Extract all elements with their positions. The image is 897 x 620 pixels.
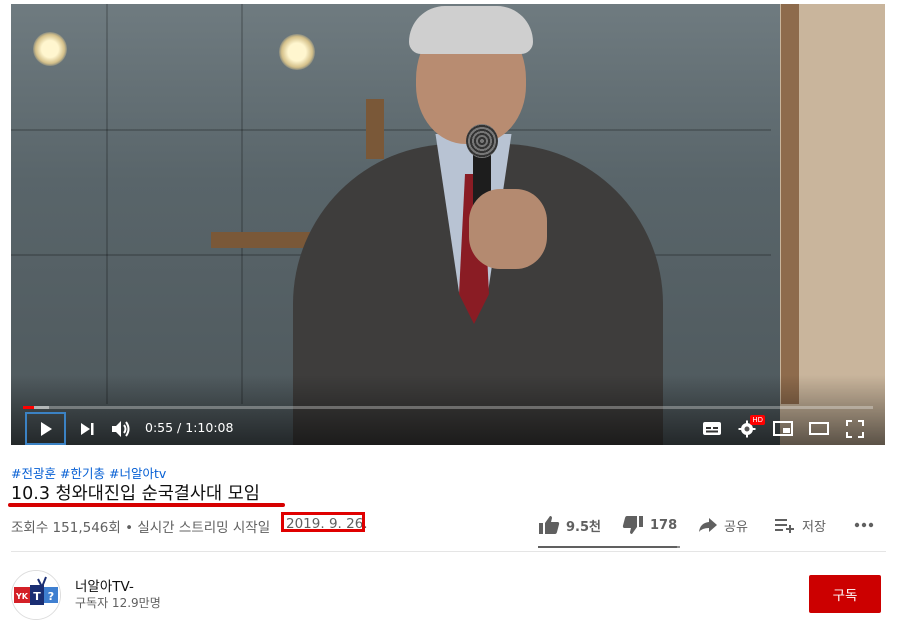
hashtag-link[interactable]: #너알아tv — [109, 466, 166, 481]
next-button[interactable] — [75, 412, 99, 445]
thumbs-down-icon — [622, 516, 643, 534]
progress-bar[interactable] — [23, 406, 873, 409]
player-controls: 0:55 / 1:10:08 HD — [11, 412, 885, 445]
subtitles-icon — [703, 422, 721, 435]
miniplayer-button[interactable] — [771, 412, 795, 445]
theater-mode-button[interactable] — [807, 412, 831, 445]
ceiling-lamp — [279, 34, 315, 70]
channel-avatar[interactable]: YK T ? — [11, 570, 61, 620]
like-button[interactable]: 9.5천 — [538, 510, 601, 540]
wall-panel-line — [106, 4, 108, 404]
settings-button[interactable]: HD — [735, 412, 765, 445]
time-separator: / — [173, 420, 186, 435]
wall-panel-line — [11, 129, 771, 131]
divider — [11, 551, 886, 552]
thumbs-up-icon — [539, 516, 560, 534]
wall-panel-line — [241, 4, 243, 404]
save-label: 저장 — [802, 519, 826, 535]
time-total: 1:10:08 — [185, 420, 234, 435]
logo-letter-question: ? — [48, 590, 54, 603]
volume-icon — [112, 420, 130, 437]
video-player[interactable]: 0:55 / 1:10:08 HD — [11, 4, 885, 445]
dislike-button[interactable]: 178 — [622, 510, 677, 540]
title-highlight-underline — [8, 503, 285, 507]
share-icon — [699, 518, 717, 532]
like-ratio-fill — [538, 546, 678, 548]
volume-button[interactable] — [109, 412, 133, 445]
channel-logo: YK T ? — [12, 571, 60, 619]
hashtag-link[interactable]: #전광훈 — [11, 466, 56, 481]
play-icon — [40, 421, 52, 436]
subtitles-button[interactable] — [700, 412, 724, 445]
video-actions: 9.5천 178 공유 저장 — [0, 510, 897, 540]
theater-mode-icon — [809, 422, 829, 435]
microphone-head — [466, 124, 498, 158]
fullscreen-button[interactable] — [843, 412, 867, 445]
more-actions-button[interactable] — [854, 510, 874, 540]
time-current: 0:55 — [145, 420, 174, 435]
save-button[interactable]: 저장 — [774, 510, 826, 540]
share-label: 공유 — [724, 519, 748, 535]
subscriber-count: 구독자 12.9만명 — [75, 596, 161, 610]
like-ratio-bar — [538, 546, 680, 548]
hashtag-link[interactable]: #한기총 — [60, 466, 105, 481]
channel-name[interactable]: 너알아TV- — [75, 575, 134, 595]
time-display: 0:55 / 1:10:08 — [145, 420, 233, 435]
fullscreen-icon — [846, 419, 864, 438]
ceiling-lamp — [33, 32, 67, 66]
wooden-beam — [366, 99, 384, 159]
logo-letters-yk: YK — [15, 592, 29, 601]
add-to-playlist-icon — [775, 519, 794, 533]
next-icon — [81, 422, 94, 435]
play-button[interactable] — [25, 412, 66, 445]
video-title: 10.3 청와대진입 순국결사대 모임 — [11, 484, 260, 504]
logo-letter-t: T — [33, 590, 41, 603]
subscribe-button[interactable]: 구독 — [809, 575, 881, 613]
wooden-wall-strip — [781, 4, 799, 404]
more-horizontal-icon — [854, 522, 874, 528]
progress-fill — [23, 406, 35, 409]
share-button[interactable]: 공유 — [698, 510, 748, 540]
dislike-count: 178 — [650, 517, 678, 533]
hd-badge: HD — [750, 415, 765, 425]
speaker-hair — [409, 6, 533, 54]
like-count: 9.5천 — [566, 519, 601, 535]
miniplayer-icon — [773, 421, 793, 436]
speaker-hand — [469, 189, 547, 269]
